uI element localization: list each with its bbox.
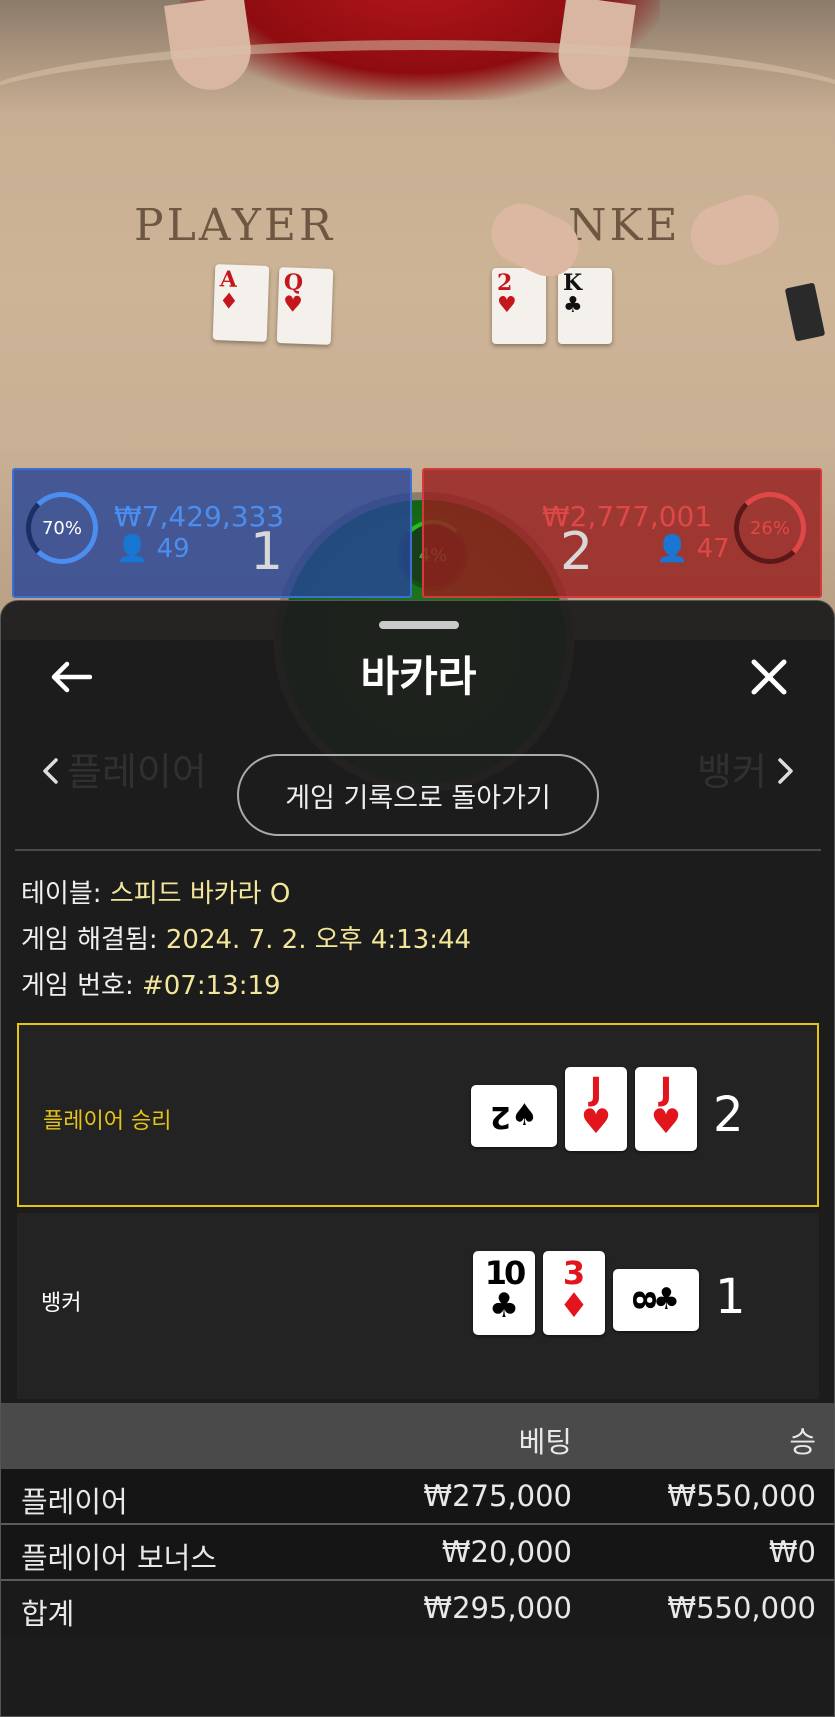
video-player-card-1: A ♦ [212, 264, 270, 342]
player-card-2: J ♥ [565, 1067, 627, 1151]
win-column-header: 승 [789, 1425, 816, 1459]
banker-points: 2 [560, 522, 594, 582]
resolved-info: 게임 해결됨: 2024. 7. 2. 오후 4:13:44 [21, 925, 472, 955]
player-result-label: 플레이어 승리 [43, 1109, 172, 1134]
bet-row-label: 플레이어 보너스 [21, 1541, 217, 1575]
total-label: 합계 [21, 1597, 75, 1631]
total-bet: ₩295,000 [423, 1591, 572, 1625]
dealer-hand-right [682, 186, 788, 274]
banker-percent-ring: 26% [734, 492, 806, 564]
close-icon[interactable] [739, 647, 799, 707]
bet-row-label: 플레이어 [21, 1485, 128, 1519]
banker-bettor-count: 👤 47 [656, 534, 730, 564]
back-to-history-button[interactable]: 게임 기록으로 돌아가기 [237, 754, 599, 836]
resolved-time: 2024. 7. 2. 오후 4:13:44 [165, 925, 472, 955]
player-percent-ring: 70% [26, 492, 98, 564]
player-card-1: 2 ♠ [471, 1085, 557, 1147]
banker-card-1: 10 ♣ [473, 1251, 535, 1335]
ghost-banker-text: 뱅커 [697, 750, 767, 794]
player-total: 2 [713, 1087, 744, 1143]
video-banker-card-1: 2 ♥ [492, 268, 546, 344]
chevron-right-icon[interactable] [771, 751, 801, 791]
game-detail-sheet: 바카라 플레이어 뱅커 게임 기록으로 돌아가기 테이블: 스피드 바카라 O … [0, 600, 835, 1717]
player-result-row: 플레이어 승리 2 ♠ J ♥ J ♥ 2 [17, 1023, 819, 1207]
person-icon: 👤 [656, 534, 689, 564]
total-win: ₩550,000 [667, 1591, 816, 1625]
banker-card-2: 3 ♦ [543, 1251, 605, 1335]
player-points: 1 [250, 522, 284, 582]
table-name: 스피드 바카라 O [109, 879, 291, 909]
chevron-left-icon[interactable] [35, 751, 65, 791]
sheet-title: 바카라 [360, 652, 477, 701]
total-row: 합계 ₩295,000 ₩550,000 [1, 1581, 834, 1637]
bets-table-header: 베팅 승 [1, 1403, 834, 1469]
banker-result-row: 뱅커 10 ♣ 3 ♦ 8 ♣ 1 [17, 1213, 819, 1399]
table-row: 플레이어 ₩275,000 ₩550,000 [1, 1469, 834, 1525]
sheet-grabber[interactable] [379, 621, 459, 629]
banker-result-label: 뱅커 [41, 1291, 82, 1316]
player-card-3: J ♥ [635, 1067, 697, 1151]
video-player-card-2: Q ♥ [276, 267, 334, 345]
card-shoe [784, 282, 826, 342]
bet-row-win: ₩0 [768, 1535, 816, 1569]
video-banker-card-2: K ♣ [558, 268, 612, 344]
ghost-player-text: 플레이어 [67, 750, 207, 794]
bet-row-amount: ₩275,000 [423, 1479, 572, 1513]
divider [15, 849, 821, 851]
player-score-panel[interactable]: 70% ₩7,429,333 👤 49 1 [12, 468, 412, 598]
table-edge [0, 40, 835, 180]
table-info: 테이블: 스피드 바카라 O [21, 879, 291, 909]
table-player-label: PLAYER [134, 200, 336, 251]
banker-total: 1 [715, 1269, 746, 1325]
game-number: #07:13:19 [141, 971, 281, 1001]
bet-row-win: ₩550,000 [667, 1479, 816, 1513]
bets-table: 베팅 승 플레이어 ₩275,000 ₩550,000 플레이어 보너스 ₩20… [1, 1403, 834, 1637]
table-banker-label: NKE [568, 200, 681, 251]
bet-row-amount: ₩20,000 [441, 1535, 572, 1569]
banker-card-3: 8 ♣ [613, 1269, 699, 1331]
table-row: 플레이어 보너스 ₩20,000 ₩0 [1, 1525, 834, 1581]
score-bar: 4% 70% ₩7,429,333 👤 49 1 ₩2,777,001 👤 47… [12, 468, 822, 792]
person-icon: 👤 [116, 534, 149, 564]
game-number-info: 게임 번호: #07:13:19 [21, 971, 281, 1001]
banker-score-panel[interactable]: ₩2,777,001 👤 47 2 26% [422, 468, 822, 598]
player-bettor-count: 👤 49 [116, 534, 190, 564]
bet-column-header: 베팅 [518, 1425, 572, 1459]
